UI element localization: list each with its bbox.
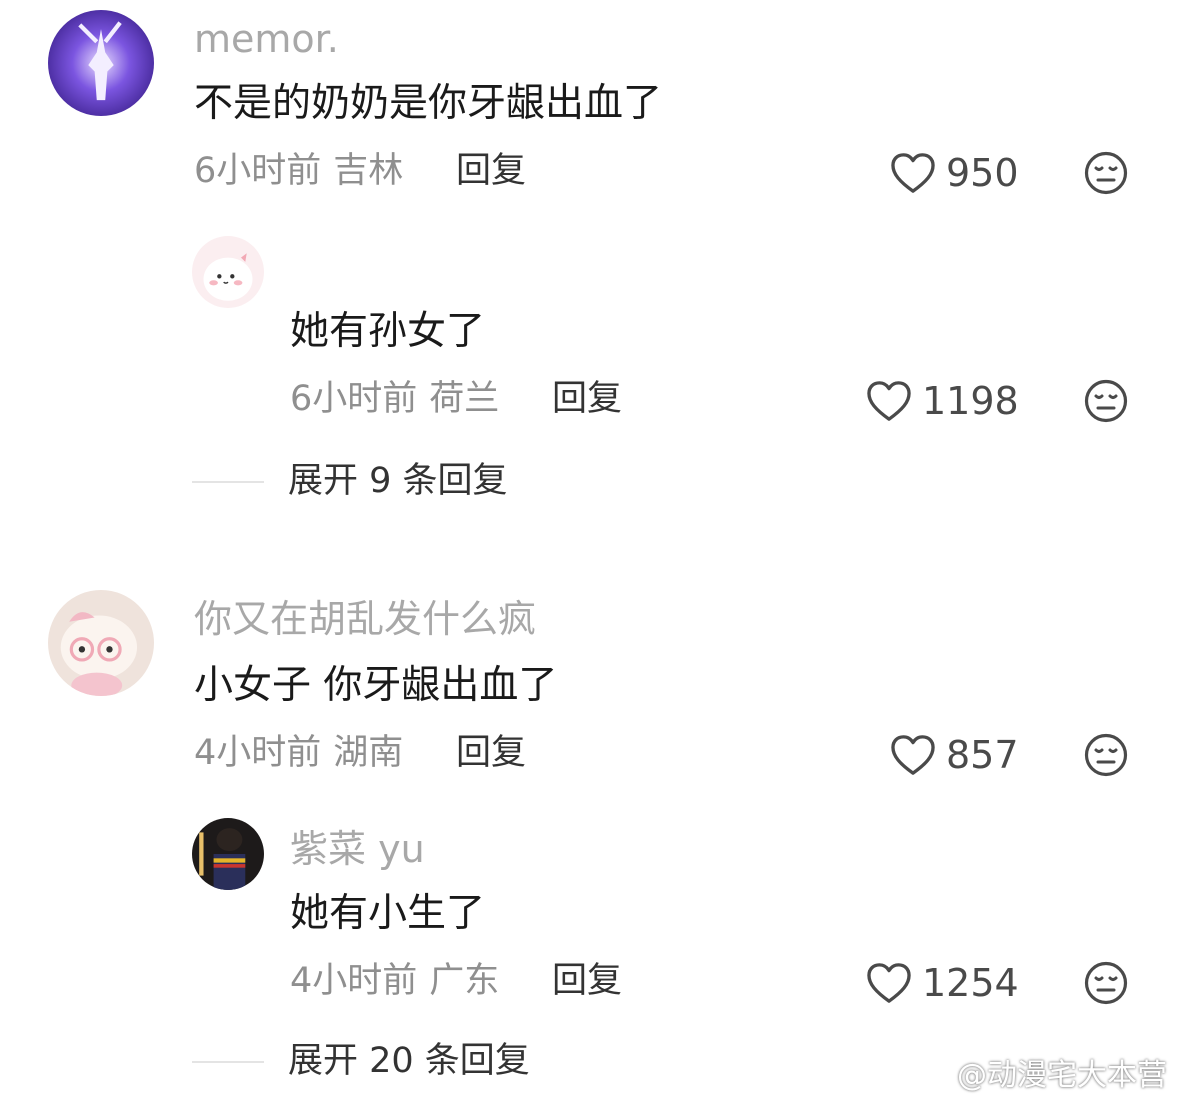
username[interactable]: 紫菜 yu (290, 830, 425, 868)
timestamp: 4小时前 (194, 733, 322, 773)
username[interactable]: 你又在胡乱发什么疯 (194, 600, 536, 638)
dislike-button[interactable] (1084, 961, 1128, 1005)
avatar[interactable] (48, 590, 154, 696)
dislike-button[interactable] (1084, 733, 1128, 777)
neutral-face-icon (1084, 733, 1128, 777)
location: 湖南 (333, 733, 404, 773)
reply-text: 她有小生了 (290, 891, 486, 936)
like-count: 857 (946, 733, 1019, 777)
expand-replies-label: 展开 20 条回复 (288, 1041, 530, 1081)
comment-meta: 4小时前 湖南 (194, 736, 403, 771)
location: 广东 (429, 961, 500, 1001)
weibo-logo-icon (908, 1058, 950, 1089)
comment-text: 小女子 你牙龈出血了 (194, 663, 558, 708)
neutral-face-icon (1084, 961, 1128, 1005)
watermark: @动漫宅大本营 (907, 1050, 1167, 1094)
like-count: 1254 (922, 961, 1019, 1005)
reply-avatar[interactable] (192, 818, 264, 890)
reply-meta: 4小时前 广东 (290, 964, 499, 999)
like-button[interactable]: 1254 (866, 962, 1019, 1004)
divider (192, 1060, 264, 1063)
comment-2: 你又在胡乱发什么疯 小女子 你牙龈出血了 4小时前 湖南 回复 857 紫菜 yu… (0, 0, 1179, 1104)
timestamp: 4小时前 (290, 961, 418, 1001)
expand-replies-button[interactable]: 展开 20 条回复 (192, 1044, 530, 1079)
heart-outline-icon (867, 963, 911, 1003)
reply-button[interactable]: 回复 (456, 736, 526, 771)
heart-outline-icon (891, 735, 935, 775)
watermark-text: @动漫宅大本营 (957, 1058, 1167, 1093)
reply-button[interactable]: 回复 (552, 964, 622, 999)
like-button[interactable]: 857 (890, 734, 1019, 776)
